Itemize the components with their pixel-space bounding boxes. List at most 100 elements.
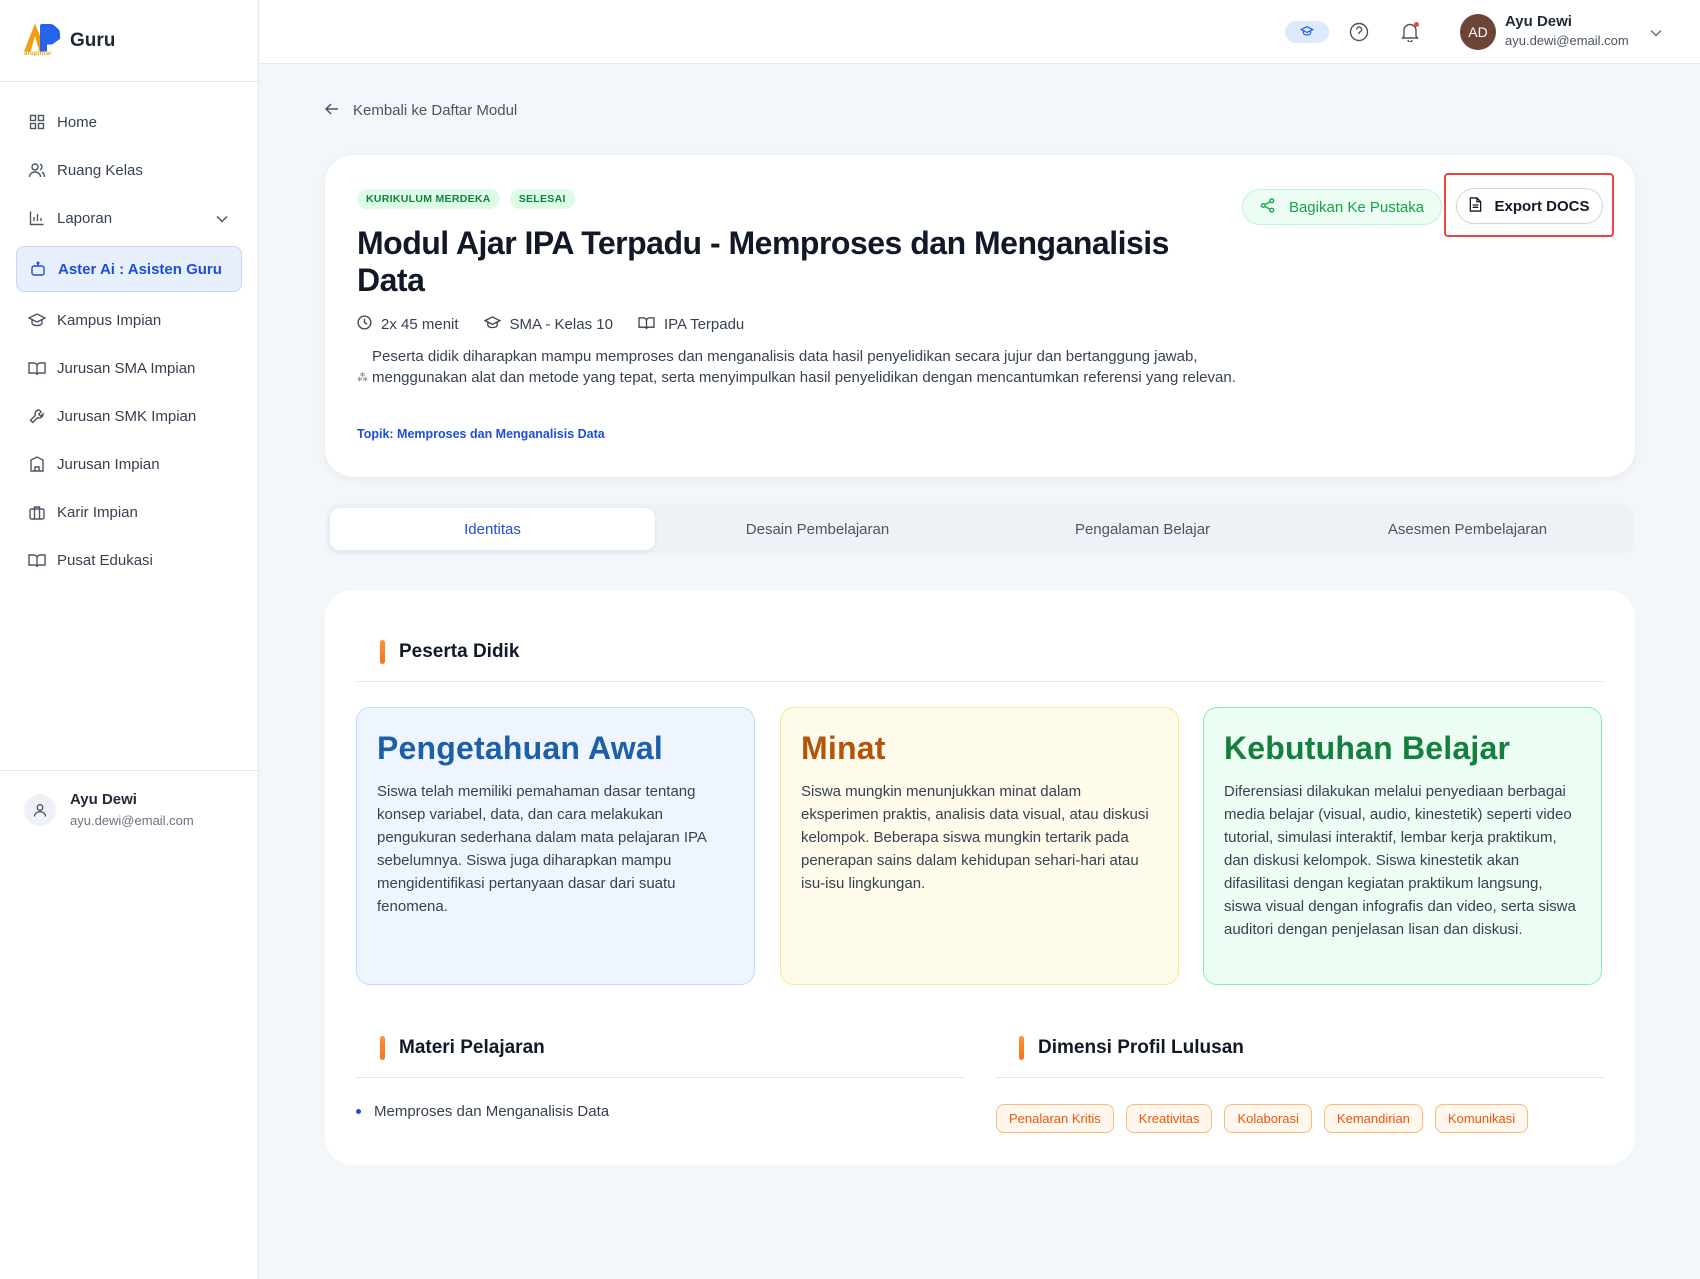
section-title: Materi Pelajaran [399,1037,545,1058]
export-docs-button[interactable]: Export DOCS [1456,188,1603,224]
accent-bar [1019,1036,1024,1060]
sidebar-item-label: Ruang Kelas [57,161,143,179]
notification-dot [1414,22,1419,27]
level-label: SMA - Kelas 10 [509,316,613,333]
role-toggle-button[interactable] [1285,21,1329,43]
sidebar: arupintar Guru Home Ruang Kelas Laporan … [0,0,259,1279]
brand[interactable]: arupintar Guru [0,0,258,82]
graduation-cap-icon [483,316,501,333]
grid-icon [28,113,46,131]
kebutuhan-belajar-box: Kebutuhan Belajar Diferensiasi dilakukan… [1203,707,1602,985]
divider [996,1077,1604,1078]
duration: 2x 45 menit [357,315,459,334]
module-description: Peserta didik diharapkan mampu memproses… [372,348,1236,386]
sidebar-user-email: ayu.dewi@email.com [70,813,194,828]
sidebar-item-jurusan-sma[interactable]: Jurusan SMA Impian [0,344,258,392]
clock-icon [357,315,372,334]
sidebar-item-label: Jurusan Impian [57,455,160,473]
sidebar-item-karir-impian[interactable]: Karir Impian [0,488,258,536]
sidebar-user[interactable]: Ayu Dewi ayu.dewi@email.com [0,770,259,848]
accent-bar [380,640,385,664]
identitas-content-card: Peserta Didik Pengetahuan Awal Siswa tel… [325,590,1635,1165]
subject: IPA Terpadu [638,315,744,334]
dimension-tag: Kreativitas [1125,1104,1213,1133]
help-icon[interactable] [1347,20,1371,44]
curriculum-badge: KURIKULUM MERDEKA [357,189,500,209]
tab-asesmen-pembelajaran[interactable]: Asesmen Pembelajaran [1305,508,1630,550]
chevron-down-icon[interactable] [1650,24,1662,42]
bar-chart-icon [28,209,46,227]
bot-icon [29,260,47,278]
wrench-icon [28,407,46,425]
accent-bar [380,1036,385,1060]
topbar: AD Ayu Dewi ayu.dewi@email.com [260,0,1700,64]
sidebar-item-laporan[interactable]: Laporan [0,194,258,242]
users-icon [28,161,46,179]
sparkle-icon: ⁂ [357,372,368,384]
back-link-label: Kembali ke Daftar Modul [353,102,518,119]
dimensi-tags: Penalaran Kritis Kreativitas Kolaborasi … [996,1104,1529,1133]
sidebar-item-aster-ai[interactable]: Aster Ai : Asisten Guru [16,246,242,292]
dimensi-profil-heading: Dimensi Profil Lulusan [1019,1036,1244,1060]
list-item: Memproses dan Menganalisis Data [356,1103,609,1120]
sidebar-item-label: Laporan [57,209,113,227]
sidebar-item-pusat-edukasi[interactable]: Pusat Edukasi [0,536,258,584]
duration-label: 2x 45 menit [381,316,459,333]
divider [356,1077,964,1078]
sidebar-item-label: Pusat Edukasi [57,551,153,569]
arrow-left-icon [324,102,339,119]
subject-label: IPA Terpadu [663,316,745,333]
sidebar-item-home[interactable]: Home [0,98,258,146]
bell-icon[interactable] [1398,20,1422,44]
module-header-card: KURIKULUM MERDEKA SELESAI Modul Ajar IPA… [325,155,1635,477]
box-title: Minat [801,730,886,766]
module-meta: 2x 45 menit SMA - Kelas 10 IPA Terpadu [357,315,744,334]
page-title: Modul Ajar IPA Terpadu - Memproses dan M… [357,225,1169,298]
export-highlight: Export DOCS [1444,173,1614,237]
book-open-icon [638,316,655,334]
topbar-user-email: ayu.dewi@email.com [1505,33,1629,48]
tab-identitas[interactable]: Identitas [330,508,655,550]
sidebar-nav: Home Ruang Kelas Laporan Aster Ai : Asis… [0,82,258,584]
app-logo: arupintar [24,23,62,58]
sidebar-item-label: Karir Impian [57,503,138,521]
dimension-tag: Komunikasi [1434,1104,1529,1133]
user-icon [24,793,56,826]
brand-title: Guru [70,29,116,51]
module-tabs: Identitas Desain Pembelajaran Pengalaman… [325,503,1635,555]
tab-pengalaman-belajar[interactable]: Pengalaman Belajar [980,508,1305,550]
sidebar-item-label: Home [57,113,98,131]
box-text: Diferensiasi dilakukan melalui penyediaa… [1224,783,1576,938]
sidebar-item-label: Jurusan SMA Impian [57,359,196,377]
bullet [356,1109,361,1114]
peserta-didik-heading: Peserta Didik [380,640,519,664]
share-to-library-button[interactable]: Bagikan Ke Pustaka [1242,189,1442,225]
share-button-label: Bagikan Ke Pustaka [1288,198,1425,216]
level: SMA - Kelas 10 [483,315,613,334]
module-topic: Topik: Memproses dan Menganalisis Data [357,427,605,441]
back-link[interactable]: Kembali ke Daftar Modul [324,102,518,119]
avatar[interactable]: AD [1460,14,1496,50]
dimension-tag: Kemandirian [1323,1104,1423,1133]
sidebar-item-jurusan-smk[interactable]: Jurusan SMK Impian [0,392,258,440]
status-badge: SELESAI [509,189,575,209]
box-text: Siswa telah memiliki pemahaman dasar ten… [377,783,707,915]
graduation-cap-icon [1299,23,1315,41]
sidebar-item-kampus-impian[interactable]: Kampus Impian [0,296,258,344]
sidebar-item-label: Kampus Impian [57,311,162,329]
book-open-icon [28,359,46,377]
sidebar-item-ruang-kelas[interactable]: Ruang Kelas [0,146,258,194]
minat-box: Minat Siswa mungkin menunjukkan minat da… [780,707,1179,985]
building-icon [28,455,46,473]
tab-desain-pembelajaran[interactable]: Desain Pembelajaran [655,508,980,550]
chevron-down-icon[interactable] [216,210,228,227]
sidebar-item-jurusan-impian[interactable]: Jurusan Impian [0,440,258,488]
sidebar-item-label: Jurusan SMK Impian [57,407,197,425]
pengetahuan-awal-box: Pengetahuan Awal Siswa telah memiliki pe… [356,707,755,985]
section-title: Peserta Didik [399,641,520,662]
book-open-icon [28,551,46,569]
topbar-user-name: Ayu Dewi [1505,13,1572,30]
dimension-tag: Penalaran Kritis [996,1104,1114,1133]
graduation-cap-icon [28,311,46,329]
materi-pelajaran-heading: Materi Pelajaran [380,1036,545,1060]
